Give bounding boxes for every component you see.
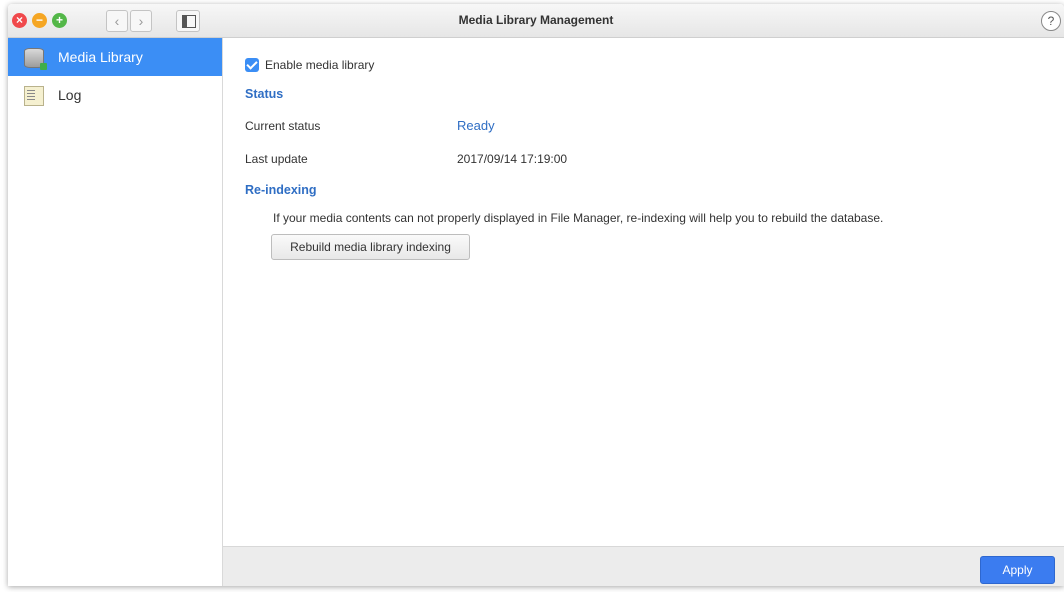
back-button[interactable]: ‹ — [106, 10, 128, 32]
maximize-icon: + — [55, 13, 63, 27]
chevron-right-icon: › — [138, 13, 144, 29]
window-title: Media Library Management — [458, 13, 614, 27]
minimize-window-button[interactable]: − — [32, 13, 47, 28]
log-icon — [24, 86, 44, 106]
last-update-label: Last update — [245, 152, 308, 166]
enable-media-library-checkbox[interactable] — [245, 58, 259, 72]
main-content: Enable media library Status Current stat… — [223, 38, 1064, 546]
apply-button[interactable]: Apply — [980, 556, 1055, 584]
footer-bar: Apply — [223, 546, 1064, 586]
maximize-window-button[interactable]: + — [52, 13, 67, 28]
chevron-left-icon: ‹ — [114, 13, 120, 29]
minimize-icon: − — [35, 13, 43, 27]
enable-media-library-label[interactable]: Enable media library — [265, 58, 374, 72]
forward-button[interactable]: › — [130, 10, 152, 32]
help-button[interactable]: ? — [1041, 11, 1061, 31]
sidebar-item-label: Media Library — [58, 49, 143, 65]
current-status-value: Ready — [457, 118, 495, 133]
last-update-value: 2017/09/14 17:19:00 — [457, 152, 568, 166]
reindexing-heading: Re-indexing — [245, 183, 317, 197]
sidebar-item-media-library[interactable]: Media Library — [8, 38, 222, 76]
status-heading: Status — [245, 87, 284, 101]
sidebar-item-log[interactable]: Log — [8, 76, 222, 114]
sidebar-item-label: Log — [58, 87, 82, 103]
current-status-label: Current status — [245, 119, 321, 133]
close-icon: × — [15, 13, 23, 27]
database-icon — [24, 48, 47, 70]
sidebar-toggle-button[interactable] — [176, 10, 200, 32]
reindexing-description: If your media contents can not properly … — [273, 211, 884, 225]
close-window-button[interactable]: × — [12, 13, 27, 28]
title-bar: Media Library Management × − + ‹ › ? — [8, 4, 1064, 38]
sidebar: Media Library Log — [8, 38, 223, 586]
rebuild-indexing-button[interactable]: Rebuild media library indexing — [271, 234, 470, 260]
app-window: Media Library Management × − + ‹ › ? Med… — [8, 4, 1064, 586]
sidebar-toggle-icon — [182, 15, 196, 28]
